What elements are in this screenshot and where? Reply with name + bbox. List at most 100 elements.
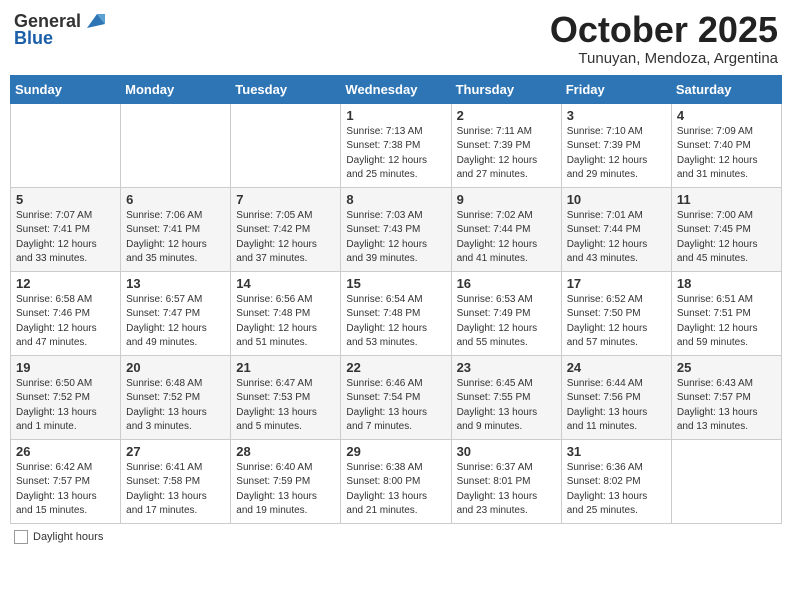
day-number: 12 xyxy=(16,276,115,291)
day-number: 28 xyxy=(236,444,335,459)
weekday-header-friday: Friday xyxy=(561,75,671,103)
day-cell xyxy=(121,103,231,187)
day-number: 6 xyxy=(126,192,225,207)
day-number: 22 xyxy=(346,360,445,375)
day-info: Sunrise: 7:02 AM Sunset: 7:44 PM Dayligh… xyxy=(457,209,556,267)
day-number: 17 xyxy=(567,276,666,291)
day-info: Sunrise: 6:54 AM Sunset: 7:48 PM Dayligh… xyxy=(346,293,445,351)
day-info: Sunrise: 6:48 AM Sunset: 7:52 PM Dayligh… xyxy=(126,377,225,435)
day-number: 10 xyxy=(567,192,666,207)
day-info: Sunrise: 6:45 AM Sunset: 7:55 PM Dayligh… xyxy=(457,377,556,435)
day-number: 1 xyxy=(346,108,445,123)
day-info: Sunrise: 7:10 AM Sunset: 7:39 PM Dayligh… xyxy=(567,125,666,183)
week-row-1: 1Sunrise: 7:13 AM Sunset: 7:38 PM Daylig… xyxy=(11,103,782,187)
day-number: 21 xyxy=(236,360,335,375)
calendar-table: SundayMondayTuesdayWednesdayThursdayFrid… xyxy=(10,75,782,524)
day-info: Sunrise: 6:40 AM Sunset: 7:59 PM Dayligh… xyxy=(236,461,335,519)
day-info: Sunrise: 6:38 AM Sunset: 8:00 PM Dayligh… xyxy=(346,461,445,519)
day-info: Sunrise: 7:09 AM Sunset: 7:40 PM Dayligh… xyxy=(677,125,776,183)
day-cell: 17 Sunrise: 6:52 AM Sunset: 7:50 PM Dayli… xyxy=(561,271,671,355)
day-number: 8 xyxy=(346,192,445,207)
day-cell: 6 Sunrise: 7:06 AM Sunset: 7:41 PM Daylig… xyxy=(121,187,231,271)
day-cell: 27 Sunrise: 6:41 AM Sunset: 7:58 PM Dayli… xyxy=(121,439,231,523)
day-number: 14 xyxy=(236,276,335,291)
day-cell: 25 Sunrise: 6:43 AM Sunset: 7:57 PM Dayli… xyxy=(671,355,781,439)
week-row-5: 26 Sunrise: 6:42 AM Sunset: 7:57 PM Dayli… xyxy=(11,439,782,523)
location-title: Tunuyan, Mendoza, Argentina xyxy=(550,50,778,67)
day-number: 7 xyxy=(236,192,335,207)
day-info: Sunrise: 6:42 AM Sunset: 7:57 PM Dayligh… xyxy=(16,461,115,519)
day-number: 31 xyxy=(567,444,666,459)
weekday-header-row: SundayMondayTuesdayWednesdayThursdayFrid… xyxy=(11,75,782,103)
day-cell: 31 Sunrise: 6:36 AM Sunset: 8:02 PM Dayli… xyxy=(561,439,671,523)
day-cell: 4 Sunrise: 7:09 AM Sunset: 7:40 PM Daylig… xyxy=(671,103,781,187)
day-number: 15 xyxy=(346,276,445,291)
week-row-3: 12Sunrise: 6:58 AM Sunset: 7:46 PM Dayli… xyxy=(11,271,782,355)
footer-box xyxy=(14,530,28,544)
page-header: General Blue October 2025 Tunuyan, Mendo… xyxy=(10,10,782,67)
day-info: Sunrise: 6:56 AM Sunset: 7:48 PM Dayligh… xyxy=(236,293,335,351)
day-info: Sunrise: 6:44 AM Sunset: 7:56 PM Dayligh… xyxy=(567,377,666,435)
day-number: 19 xyxy=(16,360,115,375)
weekday-header-tuesday: Tuesday xyxy=(231,75,341,103)
day-info: Sunrise: 7:05 AM Sunset: 7:42 PM Dayligh… xyxy=(236,209,335,267)
day-info: Sunrise: 6:57 AM Sunset: 7:47 PM Dayligh… xyxy=(126,293,225,351)
day-number: 27 xyxy=(126,444,225,459)
day-cell xyxy=(671,439,781,523)
day-cell: 19Sunrise: 6:50 AM Sunset: 7:52 PM Dayli… xyxy=(11,355,121,439)
day-info: Sunrise: 7:07 AM Sunset: 7:41 PM Dayligh… xyxy=(16,209,115,267)
weekday-header-saturday: Saturday xyxy=(671,75,781,103)
day-cell: 18 Sunrise: 6:51 AM Sunset: 7:51 PM Dayli… xyxy=(671,271,781,355)
day-info: Sunrise: 6:41 AM Sunset: 7:58 PM Dayligh… xyxy=(126,461,225,519)
day-number: 5 xyxy=(16,192,115,207)
logo: General Blue xyxy=(14,10,105,49)
day-number: 16 xyxy=(457,276,556,291)
day-cell: 26 Sunrise: 6:42 AM Sunset: 7:57 PM Dayli… xyxy=(11,439,121,523)
day-info: Sunrise: 7:00 AM Sunset: 7:45 PM Dayligh… xyxy=(677,209,776,267)
day-cell: 29Sunrise: 6:38 AM Sunset: 8:00 PM Dayli… xyxy=(341,439,451,523)
day-cell: 15 Sunrise: 6:54 AM Sunset: 7:48 PM Dayli… xyxy=(341,271,451,355)
week-row-2: 5 Sunrise: 7:07 AM Sunset: 7:41 PM Daylig… xyxy=(11,187,782,271)
day-number: 4 xyxy=(677,108,776,123)
day-number: 26 xyxy=(16,444,115,459)
day-cell: 23 Sunrise: 6:45 AM Sunset: 7:55 PM Dayli… xyxy=(451,355,561,439)
day-cell: 11 Sunrise: 7:00 AM Sunset: 7:45 PM Dayli… xyxy=(671,187,781,271)
day-info: Sunrise: 6:51 AM Sunset: 7:51 PM Dayligh… xyxy=(677,293,776,351)
weekday-header-monday: Monday xyxy=(121,75,231,103)
day-cell: 5 Sunrise: 7:07 AM Sunset: 7:41 PM Daylig… xyxy=(11,187,121,271)
footer-label: Daylight hours xyxy=(33,531,103,543)
day-number: 11 xyxy=(677,192,776,207)
day-cell: 13 Sunrise: 6:57 AM Sunset: 7:47 PM Dayli… xyxy=(121,271,231,355)
day-number: 24 xyxy=(567,360,666,375)
week-row-4: 19Sunrise: 6:50 AM Sunset: 7:52 PM Dayli… xyxy=(11,355,782,439)
day-number: 18 xyxy=(677,276,776,291)
day-number: 13 xyxy=(126,276,225,291)
title-block: October 2025 Tunuyan, Mendoza, Argentina xyxy=(550,10,778,67)
day-number: 9 xyxy=(457,192,556,207)
day-number: 20 xyxy=(126,360,225,375)
day-cell: 8Sunrise: 7:03 AM Sunset: 7:43 PM Daylig… xyxy=(341,187,451,271)
day-cell: 7 Sunrise: 7:05 AM Sunset: 7:42 PM Daylig… xyxy=(231,187,341,271)
day-info: Sunrise: 6:53 AM Sunset: 7:49 PM Dayligh… xyxy=(457,293,556,351)
day-cell: 21 Sunrise: 6:47 AM Sunset: 7:53 PM Dayli… xyxy=(231,355,341,439)
day-number: 23 xyxy=(457,360,556,375)
day-info: Sunrise: 6:52 AM Sunset: 7:50 PM Dayligh… xyxy=(567,293,666,351)
day-cell: 14 Sunrise: 6:56 AM Sunset: 7:48 PM Dayli… xyxy=(231,271,341,355)
day-info: Sunrise: 6:47 AM Sunset: 7:53 PM Dayligh… xyxy=(236,377,335,435)
day-number: 2 xyxy=(457,108,556,123)
day-cell: 10Sunrise: 7:01 AM Sunset: 7:44 PM Dayli… xyxy=(561,187,671,271)
day-info: Sunrise: 6:46 AM Sunset: 7:54 PM Dayligh… xyxy=(346,377,445,435)
day-info: Sunrise: 6:36 AM Sunset: 8:02 PM Dayligh… xyxy=(567,461,666,519)
day-info: Sunrise: 7:06 AM Sunset: 7:41 PM Dayligh… xyxy=(126,209,225,267)
day-number: 25 xyxy=(677,360,776,375)
weekday-header-sunday: Sunday xyxy=(11,75,121,103)
day-cell xyxy=(231,103,341,187)
day-cell: 28 Sunrise: 6:40 AM Sunset: 7:59 PM Dayli… xyxy=(231,439,341,523)
day-cell: 30Sunrise: 6:37 AM Sunset: 8:01 PM Dayli… xyxy=(451,439,561,523)
day-cell: 9 Sunrise: 7:02 AM Sunset: 7:44 PM Daylig… xyxy=(451,187,561,271)
day-cell: 1Sunrise: 7:13 AM Sunset: 7:38 PM Daylig… xyxy=(341,103,451,187)
footer: Daylight hours xyxy=(10,530,782,544)
day-info: Sunrise: 6:43 AM Sunset: 7:57 PM Dayligh… xyxy=(677,377,776,435)
logo-icon xyxy=(83,10,105,32)
day-cell: 16 Sunrise: 6:53 AM Sunset: 7:49 PM Dayli… xyxy=(451,271,561,355)
